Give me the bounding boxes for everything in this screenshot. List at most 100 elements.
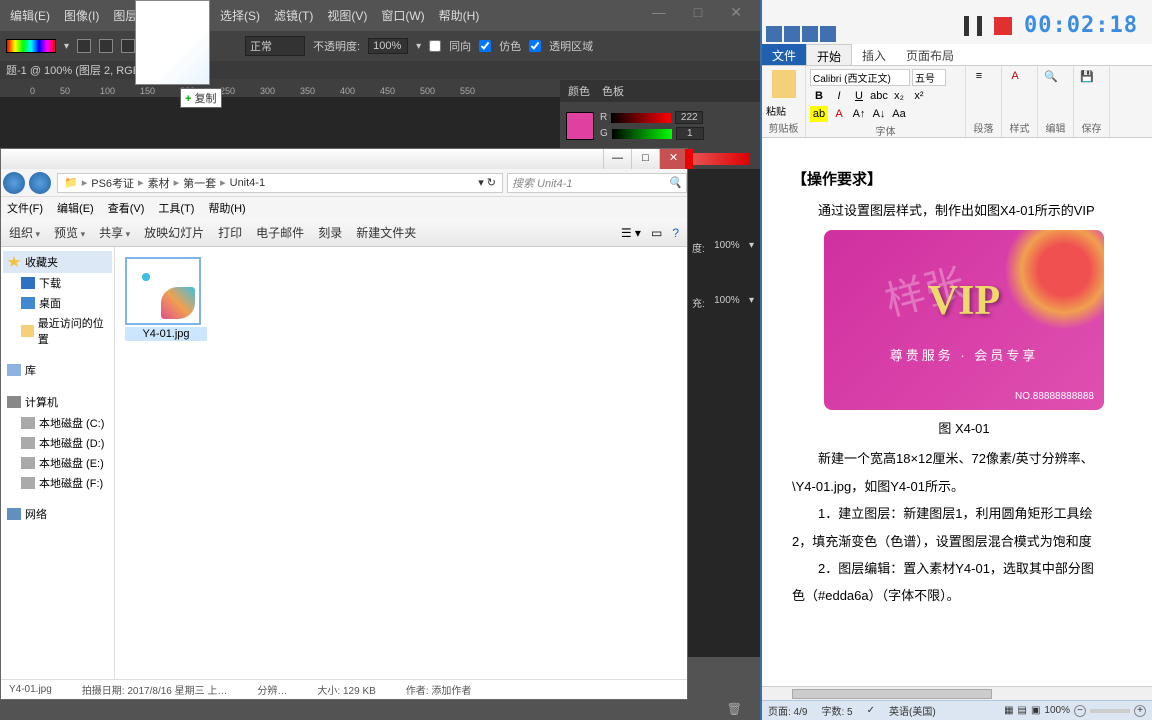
organize-button[interactable]: 组织 <box>9 224 40 241</box>
r-value[interactable]: 222 <box>675 111 703 124</box>
g-value[interactable]: 1 <box>676 127 704 140</box>
menu-edit[interactable]: 编辑(E) <box>4 3 56 28</box>
stop-button[interactable] <box>994 17 1012 35</box>
ex-menu-help[interactable]: 帮助(H) <box>208 200 245 216</box>
view-print-icon[interactable]: ▦ <box>1004 705 1013 716</box>
sidebar-drive-c[interactable]: 本地磁盘 (C:) <box>3 413 112 433</box>
gradient-radial-icon[interactable] <box>99 39 113 53</box>
redo-icon[interactable] <box>820 26 836 42</box>
reverse-checkbox[interactable] <box>429 40 441 52</box>
tab-insert[interactable]: 插入 <box>852 44 896 65</box>
burn-button[interactable]: 刻录 <box>318 224 342 241</box>
view-web-icon[interactable]: ▣ <box>1031 705 1040 716</box>
sidebar-computer[interactable]: 计算机 <box>3 391 112 413</box>
align-button[interactable]: ≡ <box>970 68 988 84</box>
grow-font-button[interactable]: A↑ <box>850 106 868 122</box>
spellcheck-icon[interactable]: ✓ <box>867 705 875 716</box>
menu-filter[interactable]: 滤镜(T) <box>268 3 319 28</box>
newfolder-button[interactable]: 新建文件夹 <box>356 224 416 241</box>
zoom-in-button[interactable]: + <box>1134 705 1146 717</box>
ex-menu-file[interactable]: 文件(F) <box>7 200 43 216</box>
pause-button[interactable] <box>964 16 982 36</box>
sup-button[interactable]: x² <box>910 88 928 104</box>
language[interactable]: 英语(美国) <box>889 703 936 718</box>
sidebar-favorites[interactable]: 收藏夹 <box>3 251 112 273</box>
back-button[interactable] <box>3 172 25 194</box>
swatches-tab[interactable]: 色板 <box>602 83 624 99</box>
forward-button[interactable] <box>29 172 51 194</box>
sidebar-libraries[interactable]: 库 <box>3 359 112 381</box>
menu-select[interactable]: 选择(S) <box>214 3 266 28</box>
trash-icon[interactable]: 🗑 <box>727 702 742 716</box>
menu-image[interactable]: 图像(I) <box>58 3 105 28</box>
dither-checkbox[interactable] <box>479 40 491 52</box>
r-slider[interactable] <box>611 113 671 123</box>
save-button[interactable]: 💾 <box>1078 68 1096 84</box>
document-area[interactable]: 【操作要求】 通过设置图层样式，制作出如图X4-01所示的VIP 样张 VIP … <box>762 138 1152 688</box>
find-button[interactable]: 🔍 <box>1042 68 1060 84</box>
strike-button[interactable]: abc <box>870 88 888 104</box>
paste-icon[interactable] <box>772 70 796 98</box>
minimize-icon[interactable]: — <box>644 0 674 25</box>
slideshow-button[interactable]: 放映幻灯片 <box>144 224 204 241</box>
menu-window[interactable]: 窗口(W) <box>375 3 430 28</box>
underline-button[interactable]: U <box>850 88 868 104</box>
document-tab[interactable]: 题-1 @ 100% (图层 2, RGB/8)× <box>0 61 760 79</box>
sub-button[interactable]: x₂ <box>890 88 908 104</box>
page-count[interactable]: 页面: 4/9 <box>768 703 807 718</box>
ex-menu-view[interactable]: 查看(V) <box>108 200 145 216</box>
tab-file[interactable]: 文件 <box>762 44 806 65</box>
explorer-content[interactable]: Y4-01.jpg <box>115 247 687 679</box>
search-input[interactable]: 搜索 Unit4-1🔍 <box>507 173 687 193</box>
menu-help[interactable]: 帮助(H) <box>433 3 486 28</box>
sidebar-drive-f[interactable]: 本地磁盘 (F:) <box>3 473 112 493</box>
sidebar-recent[interactable]: 最近访问的位置 <box>3 313 112 349</box>
font-size-select[interactable]: 五号 <box>912 69 946 86</box>
font-name-select[interactable]: Calibri (西文正文) <box>810 69 910 86</box>
tab-layout[interactable]: 页面布局 <box>896 44 964 65</box>
file-thumbnail[interactable]: Y4-01.jpg <box>125 257 207 341</box>
fontcolor-button[interactable]: A <box>830 106 848 122</box>
foreground-swatch[interactable] <box>566 112 594 140</box>
sidebar-drive-d[interactable]: 本地磁盘 (D:) <box>3 433 112 453</box>
bold-button[interactable]: B <box>810 88 828 104</box>
gradient-preview[interactable] <box>6 39 56 53</box>
sidebar-drive-e[interactable]: 本地磁盘 (E:) <box>3 453 112 473</box>
opacity-input[interactable]: 100% <box>368 38 408 54</box>
sidebar-network[interactable]: 网络 <box>3 503 112 525</box>
italic-button[interactable]: I <box>830 88 848 104</box>
breadcrumb[interactable]: 📁▸ PS6考证▸ 素材▸ 第一套▸ Unit4-1 ▾ ↻ <box>57 173 503 193</box>
preview-pane-icon[interactable]: ▭ <box>651 226 662 240</box>
help-icon[interactable]: ? <box>672 226 679 240</box>
highlight-button[interactable]: ab <box>810 106 828 122</box>
menu-view[interactable]: 视图(V) <box>321 3 373 28</box>
zoom-slider[interactable] <box>1090 709 1130 713</box>
horizontal-scrollbar[interactable] <box>762 686 1152 700</box>
word-count[interactable]: 字数: 5 <box>821 703 852 718</box>
blend-mode-select[interactable]: 正常 <box>245 36 305 56</box>
ex-menu-tools[interactable]: 工具(T) <box>158 200 194 216</box>
color-tab[interactable]: 颜色 <box>568 83 590 99</box>
close-icon[interactable]: ✕ <box>722 0 750 25</box>
g-slider[interactable] <box>612 129 672 139</box>
email-button[interactable]: 电子邮件 <box>256 224 304 241</box>
ex-maximize-icon[interactable]: □ <box>631 149 659 169</box>
sidebar-desktop[interactable]: 桌面 <box>3 293 112 313</box>
maximize-icon[interactable]: □ <box>686 0 710 25</box>
transparency-checkbox[interactable] <box>529 40 541 52</box>
gradient-angle-icon[interactable] <box>121 39 135 53</box>
gradient-linear-icon[interactable] <box>77 39 91 53</box>
ex-close-icon[interactable]: ✕ <box>659 149 687 169</box>
change-case-button[interactable]: Aa <box>890 106 908 122</box>
ex-minimize-icon[interactable]: — <box>603 149 631 169</box>
share-button[interactable]: 共享 <box>99 224 130 241</box>
shrink-font-button[interactable]: A↓ <box>870 106 888 122</box>
save-icon[interactable] <box>784 26 800 42</box>
tab-home[interactable]: 开始 <box>806 44 852 65</box>
view-mode-icon[interactable]: ☰ ▾ <box>621 226 641 240</box>
print-button[interactable]: 打印 <box>218 224 242 241</box>
sidebar-downloads[interactable]: 下载 <box>3 273 112 293</box>
view-read-icon[interactable]: ▤ <box>1018 705 1027 716</box>
preview-button[interactable]: 预览 <box>54 224 85 241</box>
styles-button[interactable]: A <box>1006 68 1024 84</box>
